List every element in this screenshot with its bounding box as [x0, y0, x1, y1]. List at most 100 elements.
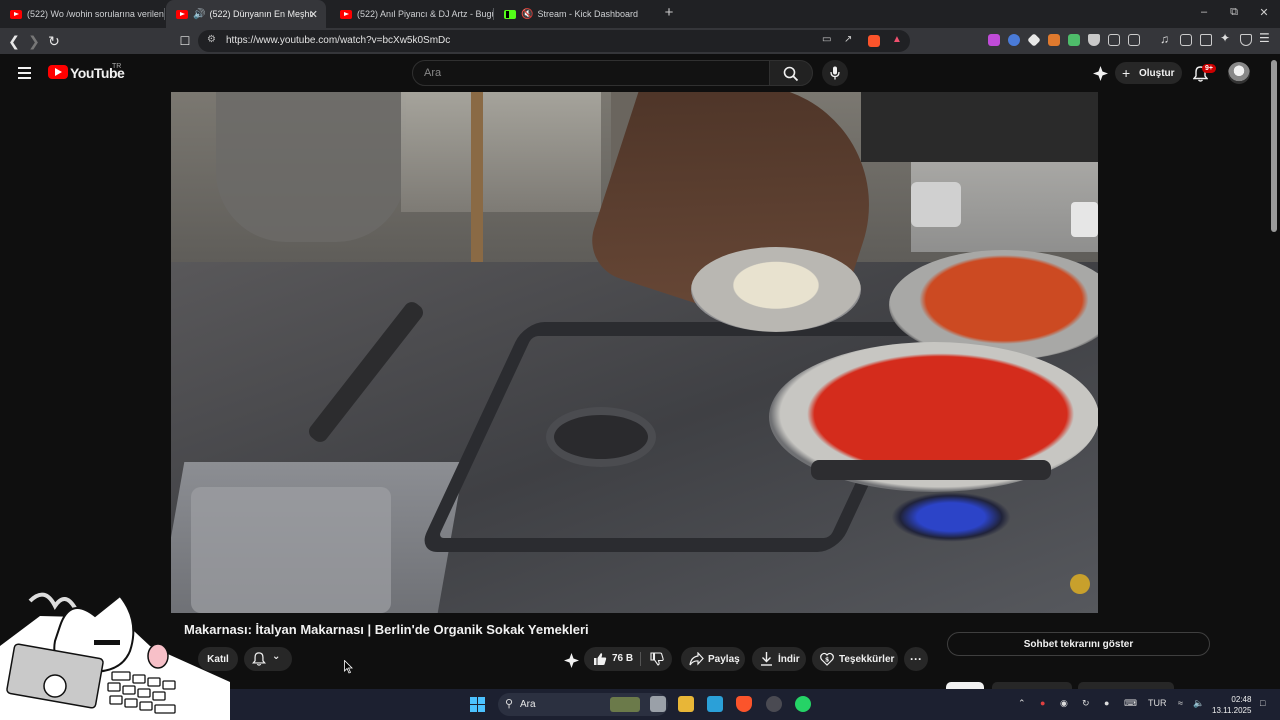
share-page-icon[interactable]: ↗	[844, 34, 852, 45]
shield-extension-icon[interactable]	[1088, 34, 1100, 46]
youtube-favicon-icon	[340, 9, 352, 19]
page-scrollbar[interactable]	[1271, 60, 1277, 232]
clock-time: 02:48	[1231, 695, 1252, 704]
whatsapp-icon[interactable]	[795, 696, 811, 712]
obs-icon[interactable]	[766, 696, 782, 712]
youtube-favicon-icon	[10, 9, 22, 19]
puzzle-extensions-icon[interactable]	[1108, 34, 1120, 46]
forward-icon[interactable]: ❯	[25, 32, 43, 50]
extension-icon[interactable]	[1068, 34, 1080, 46]
video-player[interactable]	[171, 92, 1098, 613]
minimize-icon[interactable]: –	[1196, 6, 1212, 18]
account-avatar[interactable]	[1228, 62, 1250, 84]
tab-title: (522) Anıl Piyancı & DJ Artz - Bugün	[357, 9, 494, 19]
language-indicator[interactable]: TUR	[1148, 698, 1167, 708]
wallet-icon[interactable]	[1200, 34, 1212, 46]
microphone-icon[interactable]: ●	[1104, 698, 1109, 708]
notification-center-icon[interactable]: □	[1260, 698, 1265, 708]
file-explorer-icon[interactable]	[678, 696, 694, 712]
extension-icon[interactable]	[988, 34, 1000, 46]
screenshot-icon[interactable]	[1128, 34, 1140, 46]
youtube-logo-icon[interactable]	[48, 65, 68, 79]
tab-title: (522) Dünyanın En Meşhur M	[209, 9, 314, 19]
search-button[interactable]	[769, 60, 813, 86]
kick-favicon-icon	[504, 9, 516, 19]
browser-tab-active[interactable]: 🔊 (522) Dünyanın En Meşhur M ✕	[166, 0, 326, 28]
menu-icon[interactable]: ☰	[1259, 31, 1271, 45]
system-clock[interactable]: 02:48 13.11.2025	[1212, 694, 1251, 716]
steam-icon[interactable]: ◉	[1060, 698, 1068, 709]
windows-taskbar: ⚲ Ara ⌃ ● ◉ ↻ ● ⌨ TUR ≈ 🔈 02:48 13.11.20…	[230, 689, 1280, 720]
brave-rewards-icon[interactable]: ▲	[892, 34, 902, 45]
browser-toolbar: ❮ ❯ ↻ ☐ ⚙ https://www.youtube.com/watch?…	[0, 28, 1280, 54]
site-info-icon[interactable]: ⚙	[207, 34, 216, 45]
bookmark-icon[interactable]: ☐	[176, 32, 194, 50]
extension-icon[interactable]	[1027, 33, 1041, 47]
search-input[interactable]: Ara	[412, 60, 770, 86]
chevron-up-icon[interactable]: ⌃	[1018, 698, 1026, 709]
volume-icon[interactable]: 🔈	[1193, 698, 1204, 709]
browser-tab[interactable]: (522) Anıl Piyancı & DJ Artz - Bugün	[330, 0, 494, 28]
thanks-button[interactable]: $ Teşekkürler	[812, 647, 898, 671]
super-thanks-icon: $	[820, 652, 834, 666]
dislike-icon[interactable]	[650, 652, 664, 666]
browser-tab[interactable]: 🔇 Stream - Kick Dashboard	[494, 0, 659, 28]
youtube-masthead: YouTube TR Ara + Oluştur 9+	[0, 54, 1280, 92]
reload-icon[interactable]: ↻	[45, 32, 63, 50]
create-label: Oluştur	[1139, 67, 1175, 79]
new-tab-button[interactable]: +	[661, 4, 677, 21]
download-icon	[761, 652, 772, 666]
back-icon[interactable]: ❮	[5, 32, 23, 50]
like-count: 76 B	[612, 653, 634, 664]
tray-app-icon[interactable]: ●	[1040, 698, 1045, 708]
clock-date: 13.11.2025	[1212, 706, 1252, 715]
windows-start-icon[interactable]	[470, 697, 485, 712]
share-button[interactable]: Paylaş	[681, 647, 745, 671]
wifi-icon[interactable]: ≈	[1178, 698, 1183, 708]
create-button[interactable]: + Oluştur	[1115, 62, 1182, 84]
notification-settings-button[interactable]: ⌄	[244, 647, 292, 671]
extension-icon[interactable]	[1048, 34, 1060, 46]
like-icon[interactable]	[593, 652, 607, 666]
music-icon[interactable]: ♫	[1160, 32, 1174, 46]
muted-speaker-icon[interactable]: 🔇	[521, 9, 533, 20]
video-title: Makarnası: İtalyan Makarnası | Berlin'de…	[184, 622, 589, 637]
sidebar-icon[interactable]	[1180, 34, 1192, 46]
browser-tab-strip: (522) Wo /wohin sorularına verilen ce 🔊 …	[0, 0, 1280, 28]
cat-keyboard-sticker	[0, 592, 230, 720]
channel-watermark-icon[interactable]	[1070, 574, 1090, 594]
restore-icon[interactable]: ⧉	[1226, 6, 1242, 19]
sync-icon[interactable]: ↻	[1082, 698, 1090, 709]
close-tab-icon[interactable]: ✕	[309, 8, 318, 21]
store-icon[interactable]	[707, 696, 723, 712]
mouse-cursor-icon	[344, 660, 353, 674]
show-chat-replay-button[interactable]: Sohbet tekrarını göster	[947, 632, 1210, 656]
address-bar[interactable]: ⚙ https://www.youtube.com/watch?v=bcXw5k…	[198, 30, 910, 52]
bell-icon	[252, 652, 266, 666]
premium-sparkle-icon[interactable]	[1093, 66, 1108, 81]
chevron-down-icon: ⌄	[272, 651, 281, 662]
leo-ai-icon[interactable]: ✦	[1220, 31, 1232, 45]
close-window-icon[interactable]: ✕	[1256, 6, 1272, 19]
brave-shields-icon[interactable]	[868, 35, 880, 47]
extension-icon[interactable]	[1008, 34, 1020, 46]
voice-search-button[interactable]	[822, 60, 848, 86]
more-actions-button[interactable]: ···	[904, 647, 928, 671]
hamburger-menu-icon[interactable]	[18, 67, 31, 79]
download-button[interactable]: İndir	[752, 647, 806, 671]
url-text: https://www.youtube.com/watch?v=bcXw5k0S…	[226, 35, 451, 46]
youtube-favicon-icon	[176, 9, 188, 19]
search-icon	[783, 66, 799, 82]
keyboard-icon[interactable]: ⌨	[1124, 698, 1137, 709]
tab-title: Stream - Kick Dashboard	[537, 9, 638, 19]
download-label: İndir	[778, 653, 800, 665]
speaker-icon[interactable]: 🔊	[193, 9, 205, 20]
cast-icon[interactable]: ▭	[822, 34, 831, 45]
plus-icon: +	[1122, 65, 1131, 81]
ask-sparkle-icon[interactable]	[564, 653, 579, 668]
vpn-icon[interactable]	[1240, 34, 1252, 46]
taskbar-search-box[interactable]: ⚲ Ara	[498, 693, 668, 716]
task-view-icon[interactable]	[650, 696, 666, 712]
brave-browser-icon[interactable]	[736, 696, 752, 712]
browser-tab[interactable]: (522) Wo /wohin sorularına verilen ce	[0, 0, 165, 28]
